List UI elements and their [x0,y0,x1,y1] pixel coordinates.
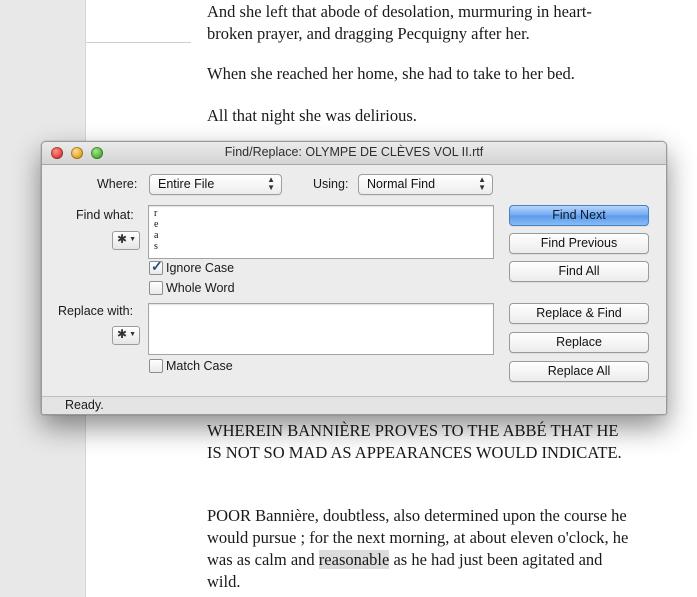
match-case-label[interactable]: Match Case [166,359,233,373]
find-field-text: r e a s [154,208,159,252]
chevron-down-icon: ▼ [129,331,136,338]
where-value: Entire File [158,177,215,191]
chevron-down-icon: ▼ [129,236,136,243]
checkmark-icon: ✓ [151,258,163,274]
using-label: Using: [313,177,349,191]
using-popup[interactable]: Normal Find ▲ ▼ [358,174,493,195]
updown-arrows-icon: ▲ ▼ [267,175,275,192]
document-paragraph: When she reached her home, she had to ta… [207,64,575,83]
whole-word-label[interactable]: Whole Word [166,281,235,295]
find-next-button[interactable]: Find Next [509,205,649,226]
replace-and-find-button[interactable]: Replace & Find [509,303,649,324]
using-value: Normal Find [367,177,436,191]
gear-icon: ✱ [117,327,128,341]
search-match-highlight: reasonable [318,550,390,569]
document-paragraph: All that night she was delirious. [207,106,417,125]
replace-field[interactable] [148,303,494,355]
status-text: Ready. [65,398,104,412]
document-paragraph: POOR Bannière, doubtless, also determine… [207,505,637,593]
window-title: Find/Replace: OLYMPE DE CLÈVES VOL II.rt… [224,145,484,159]
ignore-case-checkbox[interactable]: ✓ [149,258,163,275]
status-bar: Ready. [42,396,666,414]
replace-all-button[interactable]: Replace All [509,361,649,382]
document-paragraph: And she left that abode of desolation, m… [207,2,592,43]
where-popup[interactable]: Entire File ▲ ▼ [149,174,282,195]
replace-with-label: Replace with: [58,304,134,318]
window-titlebar[interactable]: Find/Replace: OLYMPE DE CLÈVES VOL II.rt… [42,142,666,165]
ignore-case-label[interactable]: Ignore Case [166,261,234,275]
find-options-button[interactable]: ✱ ▼ [112,231,140,250]
match-case-checkbox[interactable] [149,359,163,373]
gear-icon: ✱ [117,232,128,246]
where-label: Where: [97,177,138,191]
find-replace-window: Find/Replace: OLYMPE DE CLÈVES VOL II.rt… [41,141,667,415]
updown-arrows-icon: ▲ ▼ [478,175,486,192]
replace-options-button[interactable]: ✱ ▼ [112,326,140,345]
chapter-heading: WHEREIN BANNIÈRE PROVES TO THE ABBÉ THAT… [207,421,622,462]
find-previous-button[interactable]: Find Previous [509,233,649,254]
find-what-label: Find what: [76,208,134,222]
replace-button[interactable]: Replace [509,332,649,353]
thumbnail-divider [86,42,191,43]
find-field[interactable]: r e a s [148,205,494,259]
find-all-button[interactable]: Find All [509,261,649,282]
whole-word-checkbox[interactable] [149,281,163,295]
